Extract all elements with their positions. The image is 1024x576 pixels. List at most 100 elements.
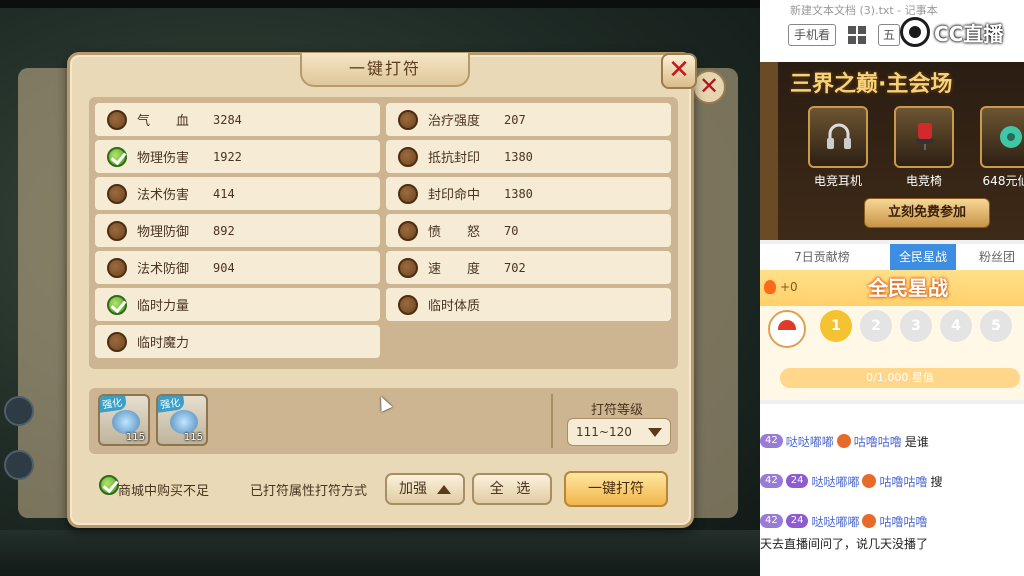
attr-row-seal-hit[interactable]: 封印命中 1380 — [386, 177, 671, 210]
one-click-rune-dialog: 一键打符 ✕ 气 血 3284 物理伤害 1922 法术伤害 414 物理防御 … — [67, 52, 697, 528]
attr-label: 法术防御 — [137, 262, 190, 277]
tab-7day-ranking[interactable]: 7日贡献榜 — [782, 244, 862, 270]
attr-checkbox[interactable] — [398, 257, 418, 278]
fire-icon — [764, 280, 776, 294]
player-avatar[interactable] — [4, 396, 34, 426]
rune-icon — [170, 410, 198, 434]
chat-message: 42 24 哒哒嘟嘟 咕噜咕噜 搜 — [760, 470, 1024, 492]
star-progress-text: 0/1,000 星值 — [866, 371, 934, 384]
rune-level-value: 111~120 — [576, 425, 632, 439]
attr-checkbox[interactable] — [398, 183, 418, 204]
close-button[interactable]: ✕ — [661, 53, 697, 89]
mall-purchase-checkbox[interactable] — [99, 475, 119, 495]
grid-icon[interactable] — [848, 26, 866, 44]
tab-star-war[interactable]: 全民星战 — [890, 244, 956, 270]
chat-text: 天去直播间问了，说几天没播了 — [760, 536, 929, 551]
gaming-chair-icon — [894, 106, 954, 168]
attr-value: 904 — [213, 260, 235, 275]
rune-level-select[interactable]: 111~120 — [567, 418, 671, 446]
attr-checkbox-checked[interactable] — [107, 294, 127, 315]
attr-checkbox[interactable] — [107, 109, 127, 130]
attr-row-speed[interactable]: 速 度 702 — [386, 251, 671, 284]
cc-logo: CC直播 — [900, 16, 1016, 48]
star-war-banner: +0 全民星战 — [760, 270, 1024, 306]
prize-label: 电竞耳机 — [813, 174, 862, 188]
banner-side-strip — [760, 62, 778, 240]
attr-label: 临时体质 — [428, 299, 481, 314]
star-war-card: +0 全民星战 1 2 3 4 5 0/1,000 星值 — [760, 270, 1024, 400]
star-icon: 3 — [900, 310, 932, 342]
attr-checkbox[interactable] — [398, 220, 418, 241]
level-badge: 24 — [785, 474, 809, 488]
chat-bubble-icon[interactable] — [4, 450, 34, 480]
cc-logo-text: CC直播 — [934, 21, 1004, 46]
enhance-mode-button[interactable]: 加强 — [385, 473, 465, 505]
level-badge: 42 — [760, 434, 783, 448]
attr-row-rage[interactable]: 愤 怒 70 — [386, 214, 671, 247]
attr-value: 207 — [504, 112, 526, 127]
attr-checkbox[interactable] — [398, 294, 418, 315]
rune-item-slot[interactable]: 强化 115 — [156, 394, 208, 446]
chevron-up-icon — [437, 484, 451, 494]
anchor-avatar[interactable] — [768, 310, 806, 348]
star-progress-bar: 0/1,000 星值 — [780, 368, 1020, 388]
attr-label: 抵抗封印 — [428, 151, 481, 166]
attr-value: 70 — [504, 223, 519, 238]
attr-label: 速 度 — [428, 262, 481, 277]
attr-row-physical-defense[interactable]: 物理防御 892 — [95, 214, 380, 247]
attr-value: 892 — [213, 223, 235, 238]
level-badge: 42 — [760, 514, 783, 528]
attr-row-seal-resist[interactable]: 抵抗封印 1380 — [386, 140, 671, 173]
attr-checkbox[interactable] — [398, 146, 418, 167]
attr-row-temp-constitution[interactable]: 临时体质 — [386, 288, 671, 321]
tab-fan-club[interactable]: 粉丝团 — [970, 244, 1024, 270]
star-icon: 4 — [940, 310, 972, 342]
mobile-view-button[interactable]: 手机看 — [788, 24, 836, 46]
attr-row-physical-damage[interactable]: 物理伤害 1922 — [95, 140, 380, 173]
attr-label: 气 血 — [137, 114, 190, 129]
rune-icon — [112, 410, 140, 434]
chat-target[interactable]: 咕噜咕噜 — [879, 513, 927, 530]
attribute-list: 气 血 3284 物理伤害 1922 法术伤害 414 物理防御 892 法术防… — [89, 97, 678, 369]
attr-row-magic-damage[interactable]: 法术伤害 414 — [95, 177, 380, 210]
user-icon — [862, 474, 877, 488]
chat-target[interactable]: 咕噜咕噜 — [854, 433, 902, 450]
prize-label: 电竞椅 — [905, 174, 942, 188]
rune-item-slot[interactable]: 强化 115 — [98, 394, 150, 446]
attr-checkbox[interactable] — [107, 183, 127, 204]
attr-value: 1922 — [213, 149, 242, 164]
one-click-rune-button[interactable]: 一键打符 — [564, 471, 668, 507]
attr-checkbox[interactable] — [107, 331, 127, 352]
attr-label: 愤 怒 — [428, 225, 481, 240]
chat-username[interactable]: 哒哒嘟嘟 — [811, 513, 859, 530]
five-button[interactable]: 五 — [878, 24, 900, 46]
attr-row-magic-defense[interactable]: 法术防御 904 — [95, 251, 380, 284]
item-count: 115 — [125, 432, 145, 443]
attr-row-temp-magic[interactable]: 临时魔力 — [95, 325, 380, 358]
attr-checkbox[interactable] — [107, 220, 127, 241]
chat-text: 搜 — [930, 474, 943, 489]
attr-row-temp-strength[interactable]: 临时力量 — [95, 288, 380, 321]
stream-sidebar: 新建文本文档 (3).txt - 记事本 手机看 五 CC直播 三界之巅·主会场… — [760, 0, 1024, 576]
select-all-button[interactable]: 全 选 — [472, 473, 552, 505]
attr-row-healing[interactable]: 治疗强度 207 — [386, 103, 671, 136]
chat-panel: 42 哒哒嘟嘟 咕噜咕噜 是谁 42 24 哒哒嘟嘟 咕噜咕噜 搜 42 24 … — [760, 404, 1024, 576]
attr-label: 临时力量 — [137, 299, 190, 314]
chat-message: 42 哒哒嘟嘟 咕噜咕噜 是谁 — [760, 430, 1024, 452]
divider — [551, 394, 553, 448]
chat-target[interactable]: 咕噜咕噜 — [879, 473, 927, 490]
star-icon: 1 — [820, 310, 852, 342]
dialog-title: 一键打符 — [300, 53, 470, 87]
prize-label: 648元仙玉 — [982, 174, 1024, 188]
chat-username[interactable]: 哒哒嘟嘟 — [811, 473, 859, 490]
enhance-label: 加强 — [399, 481, 427, 497]
star-icon: 2 — [860, 310, 892, 342]
background-close-icon[interactable]: ✕ — [692, 70, 726, 104]
attr-row-hp[interactable]: 气 血 3284 — [95, 103, 380, 136]
attr-checkbox[interactable] — [107, 257, 127, 278]
item-count: 115 — [183, 432, 203, 443]
chat-username[interactable]: 哒哒嘟嘟 — [786, 433, 834, 450]
join-free-button[interactable]: 立刻免费参加 — [864, 198, 990, 228]
attr-checkbox[interactable] — [398, 109, 418, 130]
attr-checkbox-checked[interactable] — [107, 146, 127, 167]
